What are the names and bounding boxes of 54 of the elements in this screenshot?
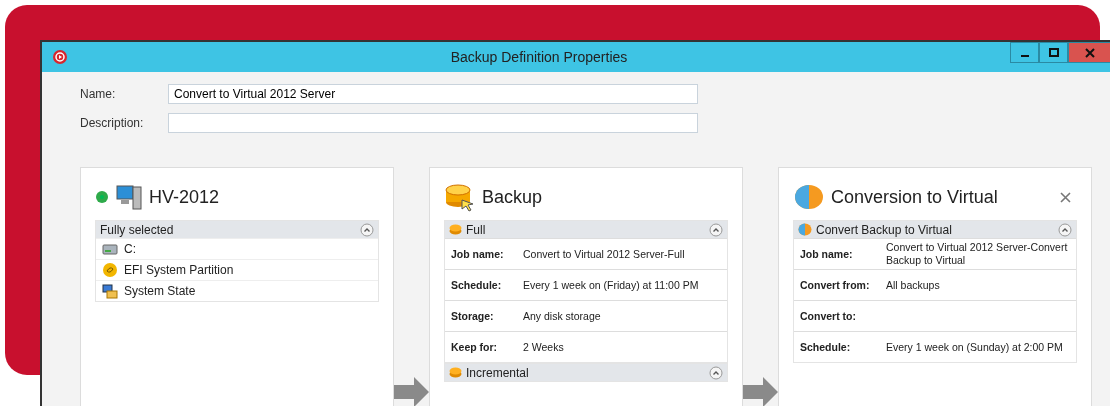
property-value: Every 1 week on (Sunday) at 2:00 PM bbox=[886, 340, 1064, 354]
flow-arrow-icon bbox=[394, 377, 429, 406]
section-title: Fully selected bbox=[100, 222, 175, 237]
property-value: All backups bbox=[886, 278, 941, 292]
collapse-icon[interactable] bbox=[709, 222, 723, 237]
panel-title: Conversion to Virtual bbox=[831, 186, 999, 208]
close-button[interactable] bbox=[1068, 42, 1110, 63]
maximize-icon bbox=[1048, 47, 1059, 58]
property-label: Convert to: bbox=[800, 310, 857, 322]
property-value: Any disk storage bbox=[523, 309, 602, 323]
close-icon bbox=[1085, 47, 1095, 58]
close-icon[interactable] bbox=[1060, 191, 1071, 203]
computer-icon bbox=[115, 183, 143, 211]
input-field[interactable] bbox=[168, 113, 698, 133]
collapse-icon[interactable] bbox=[709, 365, 723, 380]
section-title: Convert Backup to Virtual bbox=[816, 222, 953, 237]
database-icon bbox=[449, 367, 462, 378]
property-label: Schedule: bbox=[451, 279, 503, 291]
property-label: Schedule: bbox=[800, 341, 852, 353]
collapse-icon[interactable] bbox=[1058, 222, 1072, 237]
collapse-icon[interactable] bbox=[360, 222, 374, 237]
database-icon bbox=[798, 223, 812, 236]
minimize-button[interactable] bbox=[1010, 42, 1039, 63]
property-value: Every 1 week on (Friday) at 11:00 PM bbox=[523, 278, 700, 292]
partition-icon bbox=[102, 262, 118, 278]
drive-icon bbox=[102, 243, 118, 255]
panel-title: HV-2012 bbox=[149, 186, 221, 208]
flow-arrow-icon bbox=[743, 377, 778, 406]
property-label: Job name: bbox=[451, 248, 505, 260]
item-label: System State bbox=[124, 284, 196, 298]
panel-title: Backup bbox=[482, 186, 544, 208]
database-icon bbox=[444, 182, 476, 212]
property-value: 2 Weeks bbox=[523, 340, 565, 354]
item-label: C: bbox=[124, 242, 136, 256]
section-title: Full bbox=[466, 222, 487, 237]
section-title: Incremental bbox=[466, 365, 530, 380]
status-dot-icon bbox=[95, 190, 109, 204]
system-state-icon bbox=[102, 283, 118, 299]
property-value: Convert to Virtual 2012 Server-Convert Backup to Virtual bbox=[886, 241, 1069, 267]
input-field[interactable]: Convert to Virtual 2012 Server bbox=[168, 84, 698, 104]
property-label: Storage: bbox=[451, 310, 495, 322]
property-value: Convert to Virtual 2012 Server-Full bbox=[523, 247, 686, 261]
window-title: Backup Definition Properties bbox=[449, 49, 629, 65]
field-label: Name: bbox=[80, 87, 117, 101]
property-label: Job name: bbox=[800, 248, 854, 260]
property-label: Convert from: bbox=[800, 279, 871, 291]
database-icon bbox=[449, 224, 462, 235]
app-logo-icon bbox=[52, 49, 68, 65]
property-label: Keep for: bbox=[451, 341, 499, 353]
field-label: Description: bbox=[80, 116, 145, 130]
item-label: EFI System Partition bbox=[124, 263, 234, 277]
database-icon bbox=[793, 183, 825, 211]
maximize-button[interactable] bbox=[1039, 42, 1068, 63]
minimize-icon bbox=[1020, 54, 1029, 57]
